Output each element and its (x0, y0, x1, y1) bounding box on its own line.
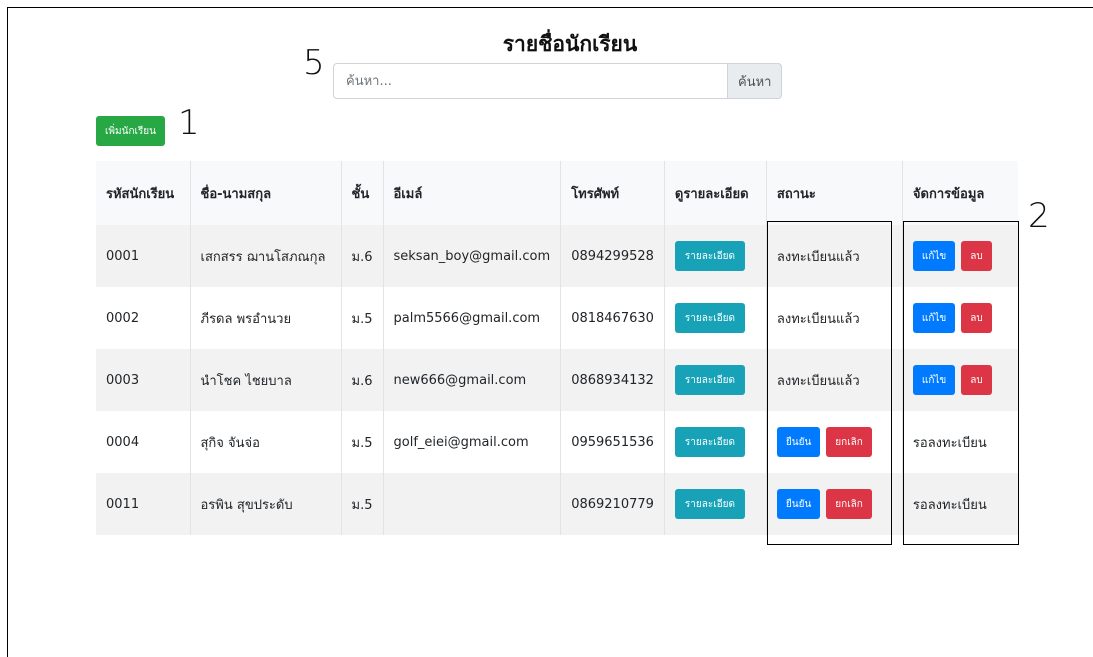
student-id: 0011 (106, 496, 140, 512)
column-header-email: อีเมล์ (382, 161, 561, 225)
student-email: palm5566@gmail.com (382, 287, 561, 349)
manage-column-highlight (903, 221, 1019, 545)
search-button[interactable]: ค้นหา (728, 63, 783, 99)
details-button[interactable]: รายละเอียด (674, 303, 745, 333)
column-header-name: ชื่อ-นามสกุล (189, 161, 341, 225)
student-id: 0002 (106, 310, 140, 326)
add-student-button[interactable]: เพิ่มนักเรียน (96, 116, 165, 146)
student-name: เสกสรร ฌานโสภณกุล (189, 225, 341, 287)
student-phone: 0818467630 (560, 287, 665, 349)
student-name: อรพิน สุขประดับ (189, 473, 341, 535)
student-name: สุกิจ จันจ่อ (189, 411, 341, 473)
details-button[interactable]: รายละเอียด (674, 241, 745, 271)
student-id: 0004 (106, 434, 140, 450)
column-header-grade: ชั้น (340, 161, 383, 225)
search-group: ค้นหา (333, 63, 783, 99)
details-cell: รายละเอียด (663, 225, 767, 287)
details-button[interactable]: รายละเอียด (674, 427, 745, 457)
student-phone: 0959651536 (560, 411, 665, 473)
annotation-1: 1 (178, 103, 200, 143)
column-header-phone: โทรศัพท์ (560, 161, 665, 225)
details-button[interactable]: รายละเอียด (674, 489, 745, 519)
column-header-details: ดูรายละเอียด (663, 161, 767, 225)
details-cell: รายละเอียด (663, 411, 767, 473)
page-title: รายชื่อนักเรียน (502, 32, 638, 56)
student-email: seksan_boy@gmail.com (382, 225, 561, 287)
column-header-id: รหัสนักเรียน (106, 186, 175, 202)
status-column-highlight (767, 221, 892, 545)
details-cell: รายละเอียด (663, 473, 767, 535)
student-phone: 0869210779 (560, 473, 665, 535)
student-grade: ม.6 (340, 349, 383, 411)
search-input[interactable] (333, 63, 728, 99)
student-grade: ม.5 (340, 473, 383, 535)
student-name: นำโชค ไชยบาล (189, 349, 341, 411)
student-id: 0001 (106, 248, 140, 264)
annotation-2: 2 (1028, 196, 1050, 236)
table-header-row: รหัสนักเรียน ชื่อ-นามสกุล ชั้น อีเมล์ โท… (96, 161, 1019, 225)
column-header-status: สถานะ (765, 161, 903, 225)
annotation-5: 5 (303, 43, 325, 83)
student-name: ภีรดล พรอำนวย (189, 287, 341, 349)
student-grade: ม.5 (340, 411, 383, 473)
student-id: 0003 (106, 372, 140, 388)
student-phone: 0868934132 (560, 349, 665, 411)
column-header-manage: จัดการข้อมูล (901, 161, 1019, 225)
student-email (382, 473, 561, 535)
student-email: golf_eiei@gmail.com (382, 411, 561, 473)
details-cell: รายละเอียด (663, 287, 767, 349)
details-button[interactable]: รายละเอียด (674, 365, 745, 395)
student-grade: ม.6 (340, 225, 383, 287)
student-grade: ม.5 (340, 287, 383, 349)
student-email: new666@gmail.com (382, 349, 561, 411)
student-phone: 0894299528 (560, 225, 665, 287)
details-cell: รายละเอียด (663, 349, 767, 411)
